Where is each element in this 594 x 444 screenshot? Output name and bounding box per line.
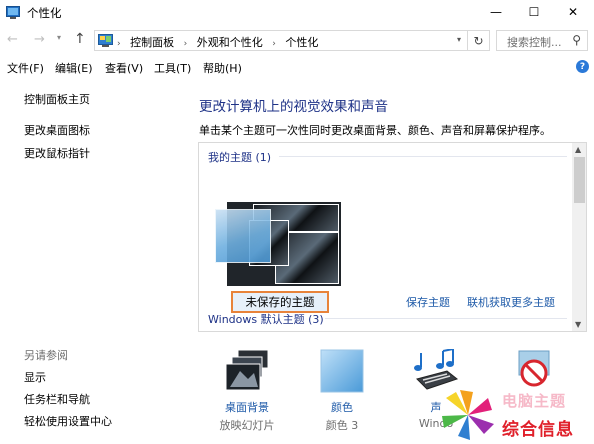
- desktop-background-label[interactable]: 桌面背景: [207, 399, 287, 415]
- watermark-line2: 综合信息: [502, 420, 574, 440]
- unsaved-theme-label: 未保存的主题: [231, 291, 329, 313]
- address-bar[interactable]: › 控制面板 › 外观和个性化 › 个性化 ▾: [94, 30, 468, 51]
- menu-tools[interactable]: 工具(T): [154, 60, 191, 76]
- control-panel-icon: [98, 34, 113, 47]
- desktop-background-item[interactable]: 桌面背景 放映幻灯片: [207, 347, 287, 442]
- color-icon: [320, 349, 364, 393]
- search-icon: ⚲: [572, 33, 581, 47]
- refresh-icon: ↻: [473, 33, 484, 48]
- save-theme-link[interactable]: 保存主题: [406, 294, 450, 310]
- title-bar: 个性化 — ☐ ✕: [0, 0, 594, 26]
- personalization-icon: [6, 6, 20, 19]
- unsaved-theme-tile[interactable]: 未保存的主题: [210, 171, 341, 313]
- sidebar-link-control-panel-home[interactable]: 控制面板主页: [24, 91, 90, 107]
- breadcrumb-separator: ›: [183, 39, 188, 49]
- sidebar-link-ease-of-access[interactable]: 轻松使用设置中心: [24, 413, 112, 429]
- page-title: 更改计算机上的视觉效果和声音: [199, 99, 388, 115]
- window-title: 个性化: [27, 6, 62, 20]
- search-input[interactable]: 搜索控制... ⚲: [496, 30, 588, 51]
- desktop-background-icon: [225, 349, 269, 391]
- sidebar-link-display[interactable]: 显示: [24, 369, 46, 385]
- color-label[interactable]: 颜色: [302, 399, 382, 415]
- desktop-background-value: 放映幻灯片: [219, 419, 275, 432]
- theme-list: 我的主题 (1) 未保存的主题 保存主题 联机获取更多主题 Windows 默认…: [198, 142, 587, 332]
- color-item[interactable]: 颜色 颜色 3: [302, 347, 382, 442]
- my-themes-header: 我的主题 (1): [208, 151, 272, 164]
- up-arrow-icon[interactable]: ↑: [74, 31, 86, 47]
- menu-help[interactable]: 帮助(H): [203, 60, 242, 76]
- maximize-button[interactable]: ☐: [515, 0, 553, 24]
- menu-bar: 文件(F) 编辑(E) 查看(V) 工具(T) 帮助(H) ?: [0, 57, 594, 77]
- menu-edit[interactable]: 编辑(E): [55, 60, 93, 76]
- scrollbar-thumb[interactable]: [574, 157, 585, 203]
- get-more-themes-link[interactable]: 联机获取更多主题: [467, 294, 555, 310]
- vertical-scrollbar[interactable]: ▲ ▼: [572, 143, 586, 331]
- minimize-button[interactable]: —: [477, 0, 515, 24]
- breadcrumb-appearance[interactable]: 外观和个性化: [197, 36, 263, 49]
- menu-file[interactable]: 文件(F): [7, 60, 44, 76]
- scroll-up-icon[interactable]: ▲: [575, 145, 581, 154]
- close-button[interactable]: ✕: [554, 0, 592, 24]
- breadcrumb: › 控制面板 › 外观和个性化 › 个性化: [117, 34, 324, 50]
- back-arrow-icon[interactable]: ←: [7, 32, 18, 47]
- sidebar-link-desktop-icons[interactable]: 更改桌面图标: [24, 122, 90, 138]
- watermark-logo: [442, 390, 494, 440]
- see-also-heading: 另请参阅: [24, 349, 68, 362]
- breadcrumb-control-panel[interactable]: 控制面板: [130, 36, 174, 49]
- refresh-button[interactable]: ↻: [468, 30, 490, 51]
- breadcrumb-separator: ›: [117, 39, 121, 49]
- forward-arrow-icon[interactable]: →: [34, 32, 45, 47]
- page-description: 单击某个主题可一次性同时更改桌面背景、颜色、声音和屏幕保护程序。: [199, 124, 551, 137]
- close-icon: ✕: [567, 5, 579, 19]
- minimize-icon: —: [490, 5, 502, 19]
- address-dropdown-icon[interactable]: ▾: [457, 35, 461, 44]
- scroll-down-icon[interactable]: ▼: [575, 320, 581, 329]
- navigation-bar: ← → ▾ ↑ › 控制面板 › 外观和个性化 › 个性化 ▾ ↻ 搜索控制..…: [0, 27, 594, 53]
- help-icon[interactable]: ?: [576, 60, 589, 73]
- breadcrumb-personalization[interactable]: 个性化: [285, 36, 318, 49]
- breadcrumb-separator: ›: [272, 39, 276, 49]
- theme-color-swatch: [215, 209, 271, 263]
- color-value: 颜色 3: [325, 419, 359, 432]
- sidebar-link-taskbar[interactable]: 任务栏和导航: [24, 391, 90, 407]
- watermark: 电脑主题 综合信息: [438, 386, 594, 444]
- group-divider: [325, 318, 567, 319]
- search-placeholder: 搜索控制...: [507, 36, 562, 49]
- sidebar-link-mouse-pointers[interactable]: 更改鼠标指针: [24, 145, 90, 161]
- menu-view[interactable]: 查看(V): [105, 60, 143, 76]
- maximize-icon: ☐: [528, 5, 540, 19]
- group-divider: [279, 156, 567, 157]
- default-themes-header: Windows 默认主题 (3): [208, 313, 324, 326]
- recent-locations-dropdown-icon[interactable]: ▾: [57, 33, 61, 42]
- watermark-line1: 电脑主题: [502, 392, 567, 410]
